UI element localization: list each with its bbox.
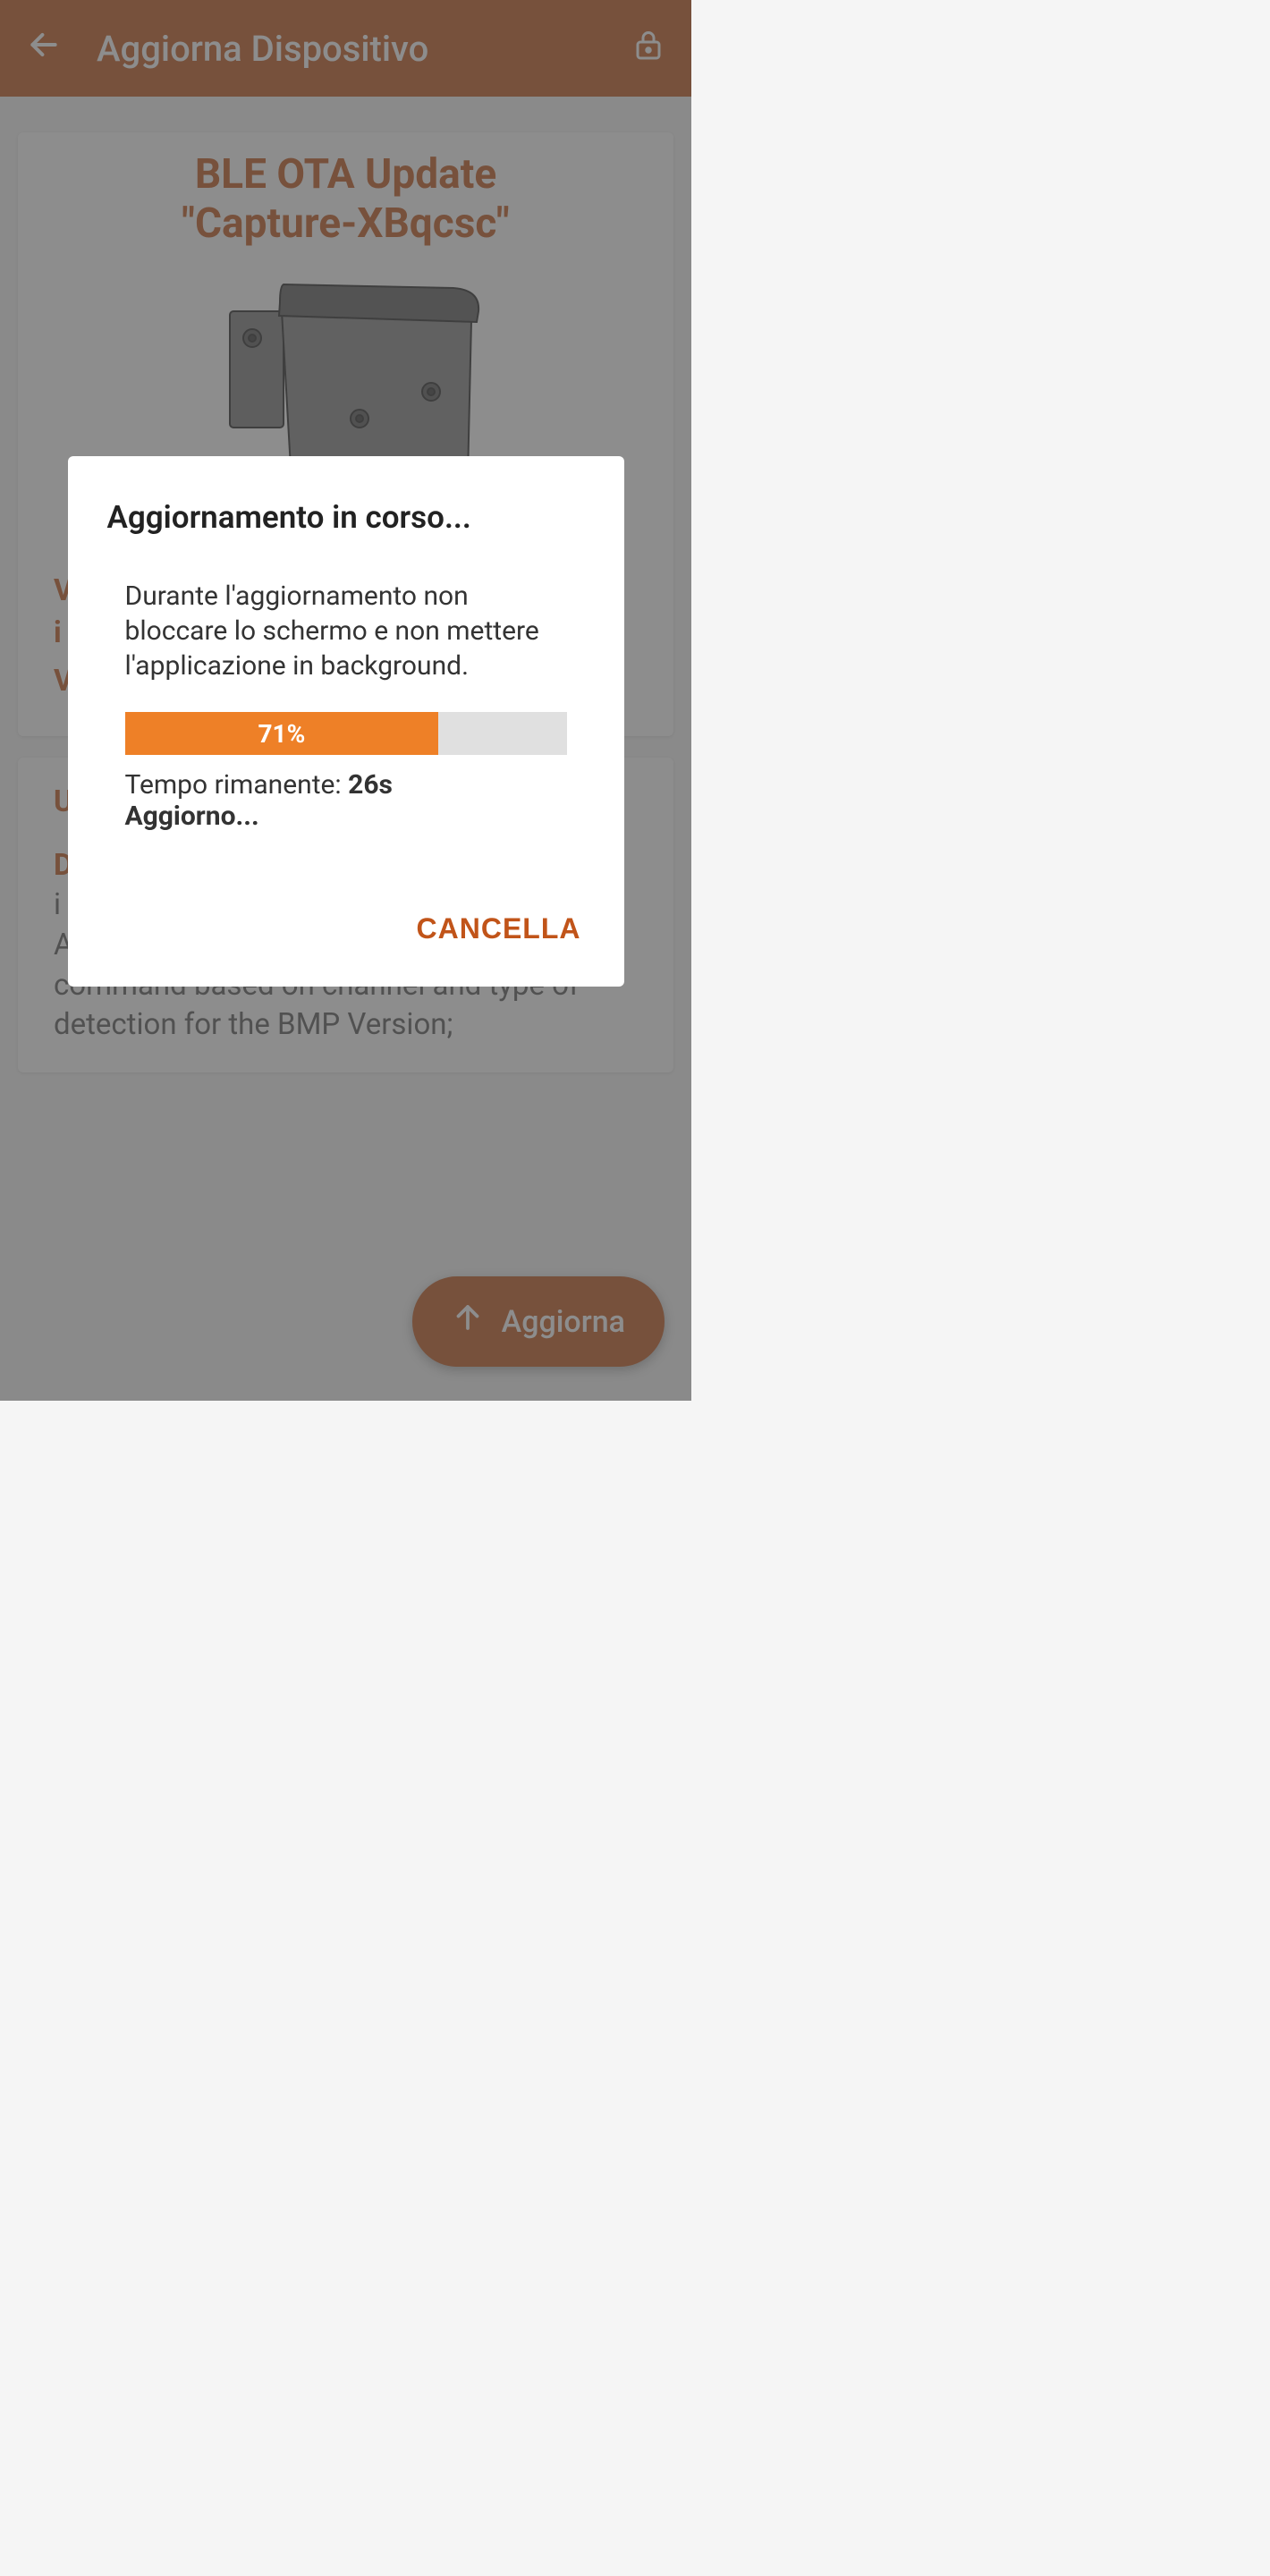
progress-fill: 71%: [125, 712, 439, 755]
progress-dialog: Aggiornamento in corso... Durante l'aggi…: [68, 456, 624, 987]
updating-status: Aggiorno...: [125, 801, 567, 832]
dialog-message: Durante l'aggiornamento non bloccare lo …: [125, 579, 567, 683]
modal-overlay: Aggiornamento in corso... Durante l'aggi…: [0, 0, 691, 1401]
progress-bar: 71%: [125, 712, 567, 755]
time-remaining: Tempo rimanente: 26s: [125, 769, 567, 801]
cancel-button[interactable]: CANCELLA: [413, 903, 585, 954]
dialog-actions: CANCELLA: [107, 903, 585, 954]
dialog-title: Aggiornamento in corso...: [107, 499, 585, 536]
